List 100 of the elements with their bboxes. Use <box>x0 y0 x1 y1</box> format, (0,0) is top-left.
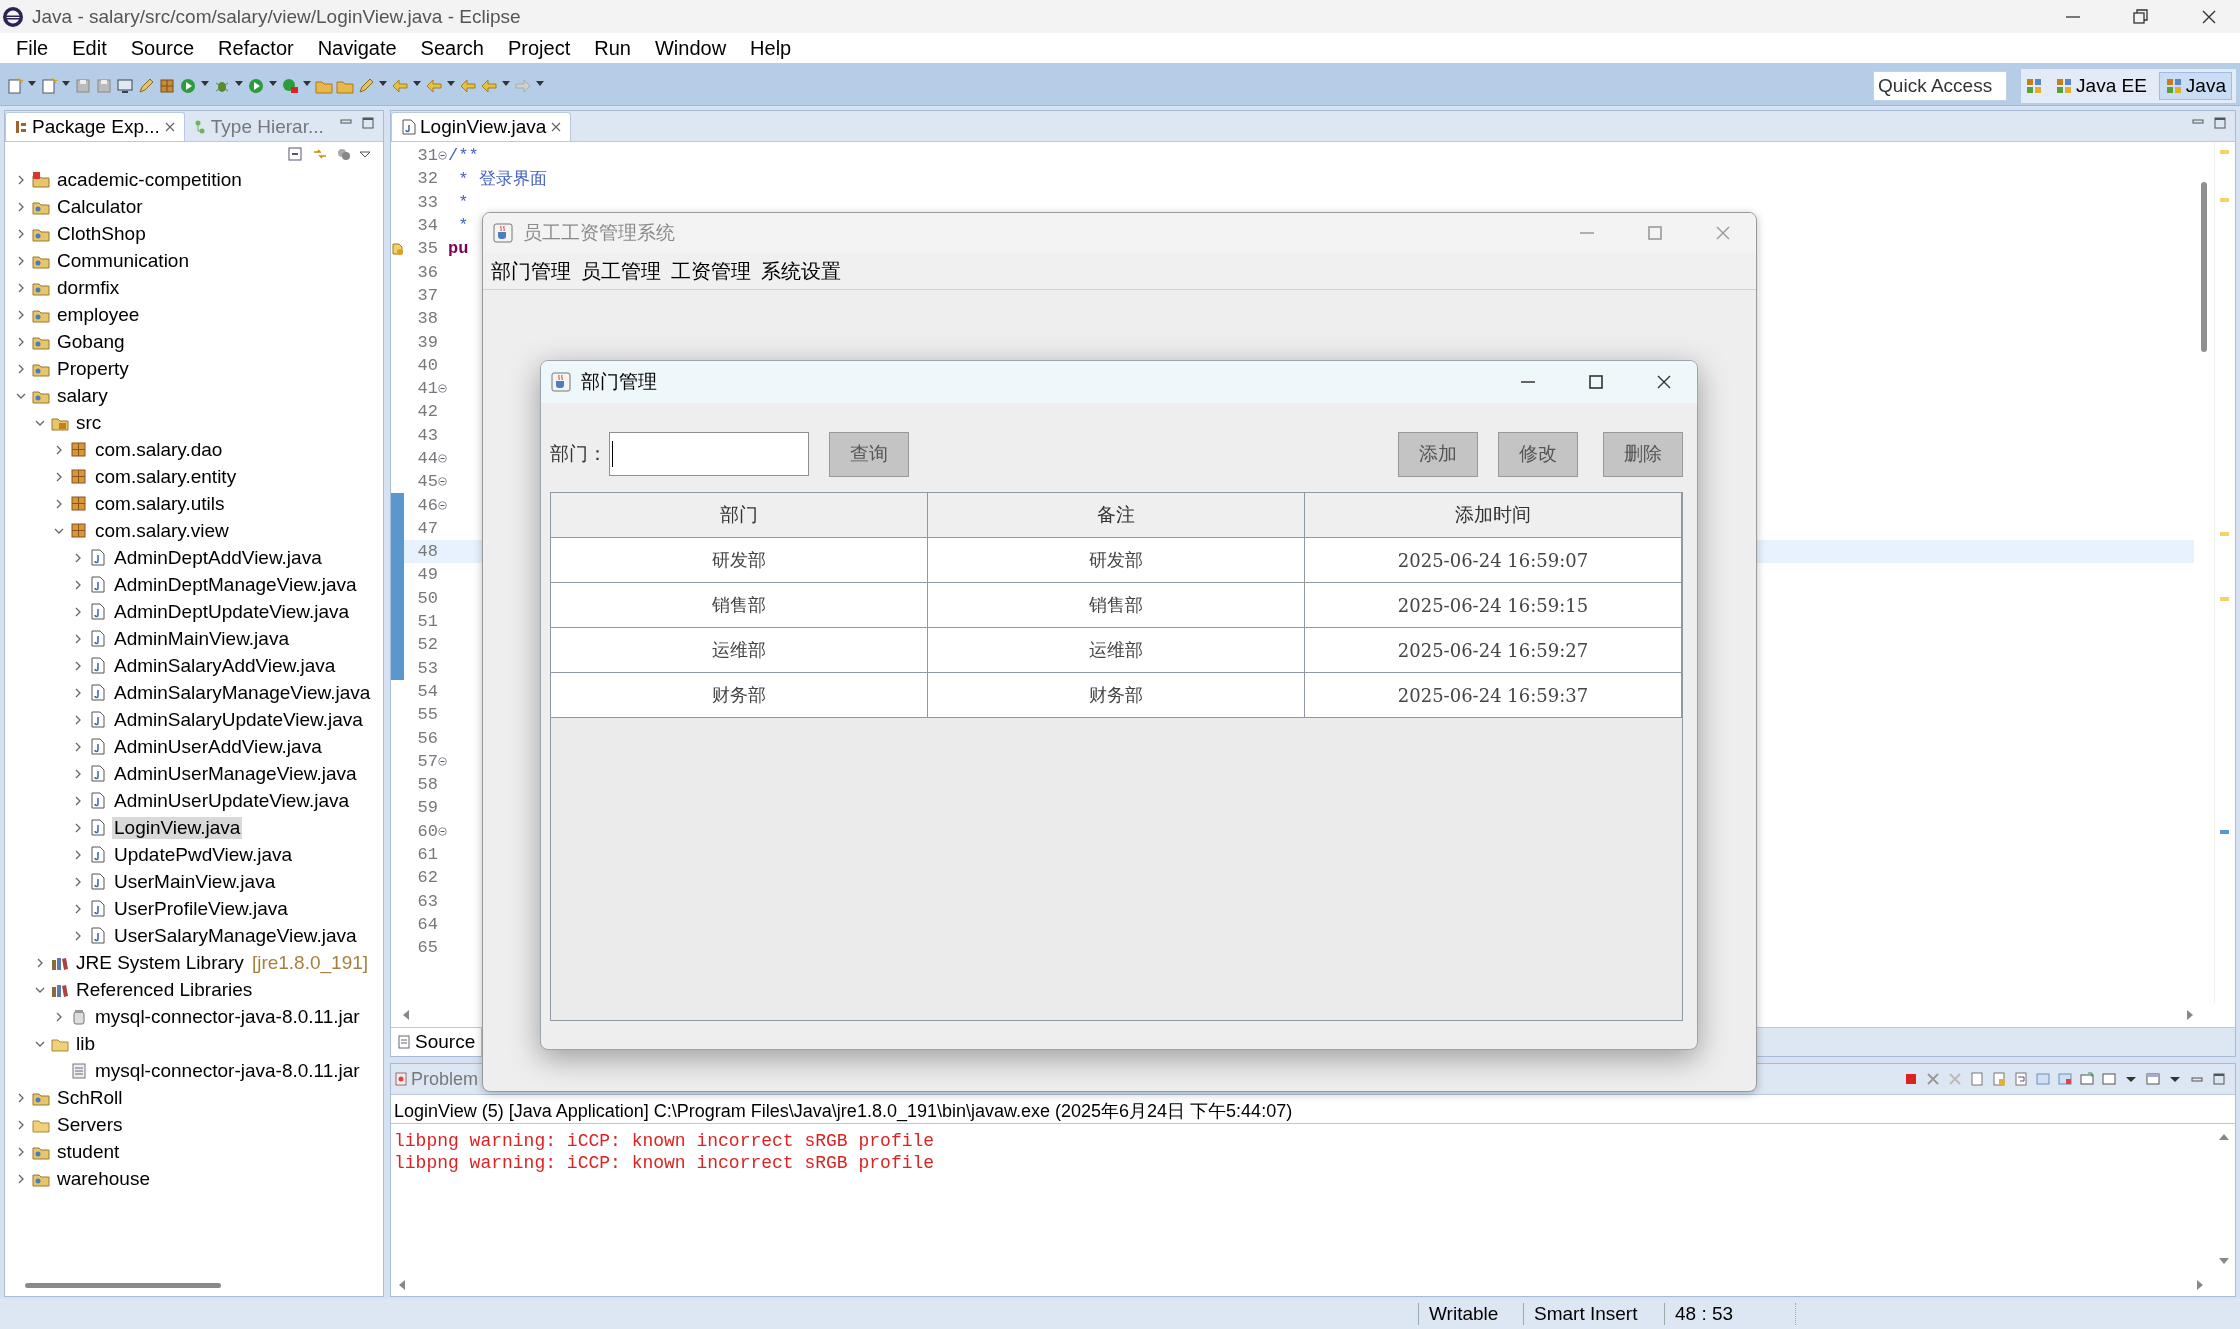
editor-tab[interactable]: LoginView.java <box>391 112 572 141</box>
editor-mode-tab[interactable]: Source <box>391 1028 483 1056</box>
tree-item[interactable]: AdminSalaryAddView.java <box>112 654 338 677</box>
view-tab[interactable]: Type Hierar... <box>184 113 332 141</box>
tree-item[interactable]: AdminMainView.java <box>112 627 291 650</box>
menu-item[interactable]: Project <box>496 36 583 60</box>
menu-item[interactable]: Help <box>738 36 804 60</box>
tree-item[interactable]: SchRoll <box>55 1086 125 1109</box>
maximize-icon[interactable] <box>361 117 375 129</box>
scrollbar-thumb[interactable] <box>25 1282 221 1288</box>
maximize-icon[interactable] <box>2213 117 2227 129</box>
open-perspective-icon[interactable] <box>2025 77 2044 95</box>
tree-item[interactable]: UserProfileView.java <box>112 897 290 920</box>
maximize-icon[interactable] <box>1587 373 1605 391</box>
tree-item[interactable]: AdminUserUpdateView.java <box>112 789 352 812</box>
tree-item[interactable]: AdminDeptUpdateView.java <box>112 600 352 623</box>
tree-item[interactable]: academic-competition <box>55 168 244 191</box>
close-icon[interactable] <box>550 121 563 133</box>
monitor-icon[interactable] <box>116 77 134 95</box>
package-icon[interactable] <box>158 77 176 95</box>
scroll-right-icon[interactable] <box>2185 1009 2195 1021</box>
menu-item[interactable]: Refactor <box>206 36 306 60</box>
menu-item[interactable]: Source <box>118 36 207 60</box>
department-field[interactable] <box>609 432 809 476</box>
menu-item[interactable]: 员工管理 <box>577 257 665 285</box>
scrollbar-thumb[interactable] <box>2201 182 2207 352</box>
menu-item[interactable]: File <box>4 36 61 60</box>
scroll-left-icon[interactable] <box>397 1279 407 1291</box>
menu-item[interactable]: Edit <box>60 36 119 60</box>
tree-item[interactable]: employee <box>55 303 142 326</box>
scroll-down-icon[interactable] <box>2218 1256 2230 1266</box>
tree-item[interactable]: Property <box>55 357 131 380</box>
restore-icon[interactable] <box>2132 7 2150 26</box>
run-icon[interactable] <box>247 77 265 95</box>
tree-item[interactable]: AdminSalaryUpdateView.java <box>112 708 365 731</box>
tree-item[interactable]: AdminSalaryManageView.java <box>112 681 373 704</box>
tree-item[interactable]: mysql-connector-java-8.0.11.jar <box>93 1059 362 1082</box>
fold-icon[interactable] <box>438 500 447 510</box>
tree-item[interactable]: JRE System Library <box>74 951 246 974</box>
tree-item[interactable]: LoginView.java <box>112 816 243 839</box>
tree-item[interactable]: AdminDeptAddView.java <box>112 546 324 569</box>
fold-icon[interactable] <box>438 454 447 463</box>
menu-item[interactable]: 部门管理 <box>487 257 575 285</box>
scroll-left-icon[interactable] <box>401 1009 411 1021</box>
tree-item[interactable]: salary <box>55 384 110 407</box>
scroll-right-icon[interactable] <box>2195 1279 2205 1291</box>
scroll-up-icon[interactable] <box>2218 1132 2230 1142</box>
open-console-icon[interactable] <box>2145 1071 2161 1087</box>
fold-icon[interactable] <box>438 826 447 836</box>
action-button[interactable]: 删除 <box>1603 431 1683 477</box>
fold-icon[interactable] <box>438 384 447 394</box>
tree-item[interactable]: Servers <box>55 1113 125 1136</box>
close-icon[interactable] <box>163 121 176 133</box>
tree-item[interactable]: Gobang <box>55 330 127 353</box>
fold-icon[interactable] <box>438 151 447 161</box>
tree-item[interactable]: dormfix <box>55 276 122 299</box>
perspective-button[interactable]: Java <box>2158 72 2232 100</box>
filter-icon[interactable] <box>335 146 353 162</box>
menu-item[interactable]: Navigate <box>305 36 409 60</box>
action-button[interactable]: 添加 <box>1398 431 1478 477</box>
console-icon[interactable] <box>2057 1071 2073 1087</box>
tree-item[interactable]: com.salary.view <box>93 519 231 542</box>
menu-item[interactable]: 系统设置 <box>757 257 845 285</box>
display-icon[interactable] <box>2101 1071 2117 1087</box>
word-wrap-icon[interactable] <box>2013 1071 2029 1087</box>
action-button[interactable]: 修改 <box>1498 431 1578 477</box>
tree-item[interactable]: com.salary.utils <box>93 492 227 515</box>
perspective-button[interactable]: Java EE <box>2049 72 2153 100</box>
tree-item[interactable]: AdminUserManageView.java <box>112 762 359 785</box>
collapse-all-icon[interactable] <box>287 146 305 162</box>
quick-access-field[interactable]: Quick Access <box>1873 71 2008 101</box>
tree-item[interactable]: warehouse <box>55 1167 152 1190</box>
tree-item[interactable]: UserSalaryManageView.java <box>112 924 359 947</box>
tree-item[interactable]: src <box>74 411 104 434</box>
tree-item[interactable]: lib <box>74 1032 97 1055</box>
tree-item[interactable]: AdminUserAddView.java <box>112 735 324 758</box>
tree-item[interactable]: Communication <box>55 249 191 272</box>
run-icon[interactable] <box>179 77 197 95</box>
menu-item[interactable]: Search <box>408 36 496 60</box>
tree-item[interactable]: mysql-connector-java-8.0.11.jar <box>93 1005 362 1028</box>
tree-item[interactable]: com.salary.entity <box>93 465 239 488</box>
fold-icon[interactable] <box>438 756 447 766</box>
maximize-icon[interactable] <box>2211 1071 2227 1087</box>
tree-item[interactable]: com.salary.dao <box>93 438 225 461</box>
tree-item[interactable]: UserMainView.java <box>112 870 278 893</box>
query-button[interactable]: 查询 <box>829 431 909 477</box>
menu-item[interactable]: Window <box>642 36 739 60</box>
menu-item[interactable]: Run <box>582 36 643 60</box>
new-console-icon[interactable] <box>2079 1071 2095 1087</box>
column-header[interactable]: 备注 <box>928 493 1305 537</box>
stop-icon[interactable] <box>1903 1071 1919 1087</box>
tree-item[interactable]: Referenced Libraries <box>74 978 255 1001</box>
tree-item[interactable]: Calculator <box>55 195 145 218</box>
tree-item[interactable]: ClothShop <box>55 222 148 245</box>
tree-item[interactable]: UpdatePwdView.java <box>112 843 295 866</box>
tree-item[interactable]: student <box>55 1140 122 1163</box>
fold-icon[interactable] <box>438 477 447 487</box>
menu-item[interactable]: 工资管理 <box>667 257 755 285</box>
view-tab[interactable]: Package Exp... <box>5 112 185 141</box>
view-tab[interactable]: Problem <box>391 1068 479 1090</box>
